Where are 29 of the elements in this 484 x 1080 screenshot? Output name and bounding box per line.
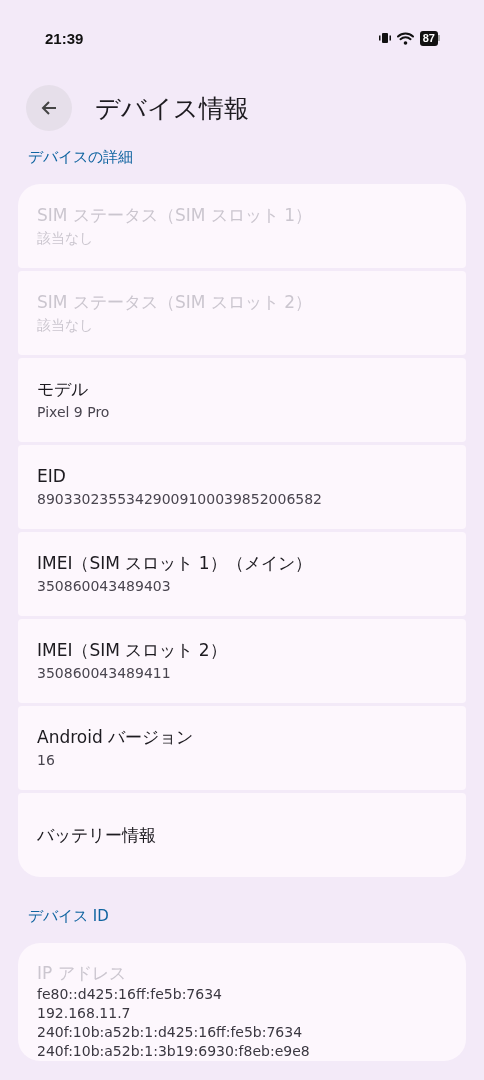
ip-address: 240f:10b:a52b:1:3b19:6930:f8eb:e9e8 (37, 1042, 311, 1061)
settings-item[interactable]: モデル Pixel 9 Pro (18, 358, 466, 442)
ip-address: fe80::d425:16ff:fe5b:7634 (37, 985, 223, 1004)
ip-address: 192.168.11.7 (37, 1004, 132, 1023)
page-title: デバイス情報 (95, 92, 249, 125)
settings-item[interactable]: IMEI（SIM スロット 2） 350860043489411 (18, 619, 466, 703)
item-title: IMEI（SIM スロット 2） (37, 639, 228, 662)
item-summary: Pixel 9 Pro (37, 403, 111, 422)
item-summary: 350860043489403 (37, 577, 172, 596)
settings-item[interactable]: IMEI（SIM スロット 1）（メイン） 350860043489403 (18, 532, 466, 616)
settings-item[interactable]: バッテリー情報 (18, 793, 466, 877)
item-title: モデル (37, 378, 89, 401)
item-title: IMEI（SIM スロット 1）（メイン） (37, 552, 313, 575)
settings-item[interactable]: Android バージョン 16 (18, 706, 466, 790)
item-summary: 16 (37, 751, 56, 770)
settings-item[interactable]: EID 89033023553429009100039852006582 (18, 445, 466, 529)
vibrate-icon (378, 32, 391, 44)
item-title: Android バージョン (37, 726, 195, 749)
section-header: デバイス ID (27, 907, 110, 927)
wifi-icon (396, 31, 414, 45)
item-title: バッテリー情報 (37, 824, 157, 847)
item-title: EID (37, 465, 67, 488)
section-header: デバイスの詳細 (27, 148, 134, 168)
battery-icon: 87 (419, 30, 440, 46)
ip-address: 240f:10b:a52b:1:d425:16ff:fe5b:7634 (37, 1023, 304, 1042)
item-summary: 350860043489411 (37, 664, 172, 683)
status-time: 21:39 (45, 29, 85, 47)
back-button[interactable] (26, 85, 72, 131)
item-summary: 89033023553429009100039852006582 (37, 490, 324, 509)
